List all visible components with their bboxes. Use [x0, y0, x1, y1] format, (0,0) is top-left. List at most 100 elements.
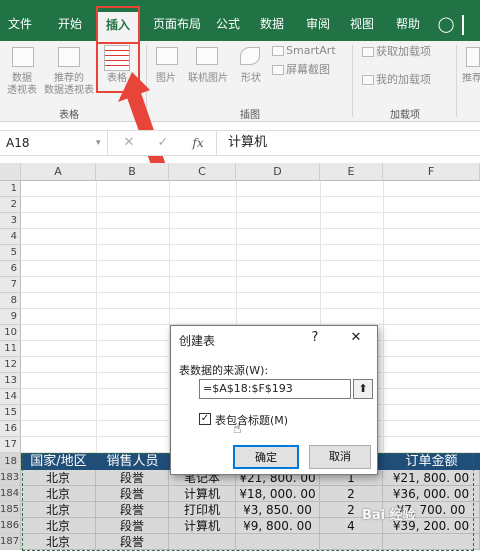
- tab-home[interactable]: 开始: [48, 8, 92, 41]
- tab-view[interactable]: 视图: [342, 8, 382, 41]
- row-header[interactable]: 16: [0, 421, 21, 437]
- mouse-cursor-icon: ☝: [233, 421, 242, 437]
- row-header[interactable]: 6: [0, 261, 21, 277]
- rec-pivot-label-line2: 数据透视表: [44, 85, 94, 96]
- fx-icon[interactable]: fx: [186, 131, 210, 155]
- header-checkbox-label[interactable]: 表包含标题(M): [215, 412, 288, 428]
- ribbon-tabs: 文件 开始 插入 页面布局 公式 数据 审阅 视图 帮助 ◯: [0, 8, 480, 41]
- store-icon: [362, 47, 374, 57]
- pivot-label-line2: 透视表: [7, 85, 37, 96]
- tab-formulas[interactable]: 公式: [208, 8, 248, 41]
- tab-page-layout[interactable]: 页面布局: [144, 8, 210, 41]
- my-addins-icon: [362, 75, 374, 85]
- smartart-button[interactable]: SmartArt: [286, 45, 340, 57]
- pivot-table-button[interactable]: 数据 透视表: [2, 73, 42, 97]
- row-header[interactable]: 7: [0, 277, 21, 293]
- row-header[interactable]: 9: [0, 309, 21, 325]
- smartart-icon: [272, 46, 284, 56]
- row-header[interactable]: 185: [0, 502, 21, 518]
- row-header[interactable]: 12: [0, 357, 21, 373]
- screenshot-button[interactable]: 屏幕截图: [286, 64, 340, 76]
- column-header-f[interactable]: F: [383, 163, 480, 181]
- formula-content[interactable]: 计算机: [228, 131, 468, 155]
- gridline: [21, 196, 480, 197]
- name-box[interactable]: A18: [0, 131, 108, 155]
- gridline: [21, 212, 480, 213]
- range-input[interactable]: =$A$18:$F$193: [199, 379, 351, 399]
- close-icon[interactable]: ✕: [347, 330, 365, 345]
- gridline: [21, 292, 480, 293]
- row-header[interactable]: 5: [0, 245, 21, 261]
- row-header[interactable]: 14: [0, 389, 21, 405]
- row-header[interactable]: 184: [0, 486, 21, 502]
- screenshot-icon: [272, 65, 284, 75]
- enter-icon[interactable]: ✓: [152, 131, 174, 155]
- row-header[interactable]: 10: [0, 325, 21, 341]
- lightbulb-icon[interactable]: ◯: [434, 8, 458, 41]
- recommended-chart-button[interactable]: 推荐: [462, 73, 480, 85]
- tab-help[interactable]: 帮助: [388, 8, 428, 41]
- ok-button[interactable]: 确定: [233, 445, 299, 469]
- shapes-icon: [240, 47, 260, 65]
- formula-bar: A18 ▾ ✕ ✓ fx 计算机: [0, 130, 480, 156]
- tab-review[interactable]: 审阅: [298, 8, 338, 41]
- dialog-title: 创建表: [179, 334, 216, 348]
- tab-file[interactable]: 文件: [0, 8, 40, 41]
- source-label: 表数据的来源(W):: [179, 364, 269, 377]
- group-separator: [456, 45, 457, 117]
- column-header-e[interactable]: E: [320, 163, 383, 181]
- share-icon[interactable]: [462, 15, 480, 35]
- select-all-corner[interactable]: [0, 163, 21, 181]
- header-checkbox[interactable]: ✓: [199, 413, 211, 425]
- column-header-d[interactable]: D: [236, 163, 320, 181]
- create-table-dialog: 创建表 ? ✕ 表数据的来源(W): =$A$18:$F$193 ⬆ ✓ 表包含…: [170, 325, 378, 475]
- tab-data[interactable]: 数据: [252, 8, 292, 41]
- cancel-icon[interactable]: ✕: [118, 131, 140, 155]
- row-header[interactable]: 15: [0, 405, 21, 421]
- group-label-illustrations: 插图: [240, 110, 260, 121]
- gridline: [21, 308, 480, 309]
- get-addins-button[interactable]: 获取加载项: [376, 46, 442, 58]
- recommended-pivot-button[interactable]: 推荐的 数据透视表: [40, 73, 98, 97]
- recommended-chart-icon: [466, 47, 480, 67]
- row-header[interactable]: 13: [0, 373, 21, 389]
- picture-button[interactable]: 图片: [150, 73, 182, 85]
- group-label-tables: 表格: [59, 110, 79, 121]
- help-icon[interactable]: ?: [307, 330, 323, 345]
- name-box-dropdown-icon[interactable]: ▾: [96, 131, 106, 155]
- column-header-c[interactable]: C: [169, 163, 236, 181]
- pivot-label-line1: 数据: [12, 73, 32, 84]
- row-header[interactable]: 11: [0, 341, 21, 357]
- row-header[interactable]: 17: [0, 437, 21, 453]
- recommended-pivot-icon: [58, 47, 80, 67]
- group-separator: [146, 45, 147, 117]
- my-addins-button[interactable]: 我的加载项: [376, 74, 442, 86]
- row-header[interactable]: 3: [0, 213, 21, 229]
- shapes-button[interactable]: 形状: [236, 73, 266, 85]
- column-header-b[interactable]: B: [96, 163, 169, 181]
- gridline: [21, 276, 480, 277]
- rec-pivot-label-line1: 推荐的: [54, 73, 84, 84]
- picture-icon: [156, 47, 178, 65]
- formula-separator: [216, 131, 217, 155]
- cancel-button[interactable]: 取消: [309, 445, 371, 469]
- row-header[interactable]: 8: [0, 293, 21, 309]
- collapse-range-icon[interactable]: ⬆: [353, 379, 373, 399]
- row-header[interactable]: 1: [0, 181, 21, 197]
- group-separator: [352, 45, 353, 117]
- table-button-highlight[interactable]: [96, 42, 140, 93]
- column-header-a[interactable]: A: [21, 163, 96, 181]
- row-header[interactable]: 2: [0, 197, 21, 213]
- row-header[interactable]: 18: [0, 453, 21, 470]
- row-header[interactable]: 4: [0, 229, 21, 245]
- row-header[interactable]: 183: [0, 470, 21, 486]
- online-picture-button[interactable]: 联机图片: [184, 73, 232, 85]
- ribbon-insert: 数据 透视表 推荐的 数据透视表 表格 表格 图片 联机图片 形状 SmartA…: [0, 6, 480, 122]
- group-label-addins: 加载项: [390, 110, 420, 121]
- title-bar: [0, 0, 480, 8]
- insert-tab-highlight: [96, 6, 140, 43]
- gridline: [21, 228, 480, 229]
- row-header[interactable]: 187: [0, 534, 21, 550]
- gridline: [21, 260, 480, 261]
- row-header[interactable]: 186: [0, 518, 21, 534]
